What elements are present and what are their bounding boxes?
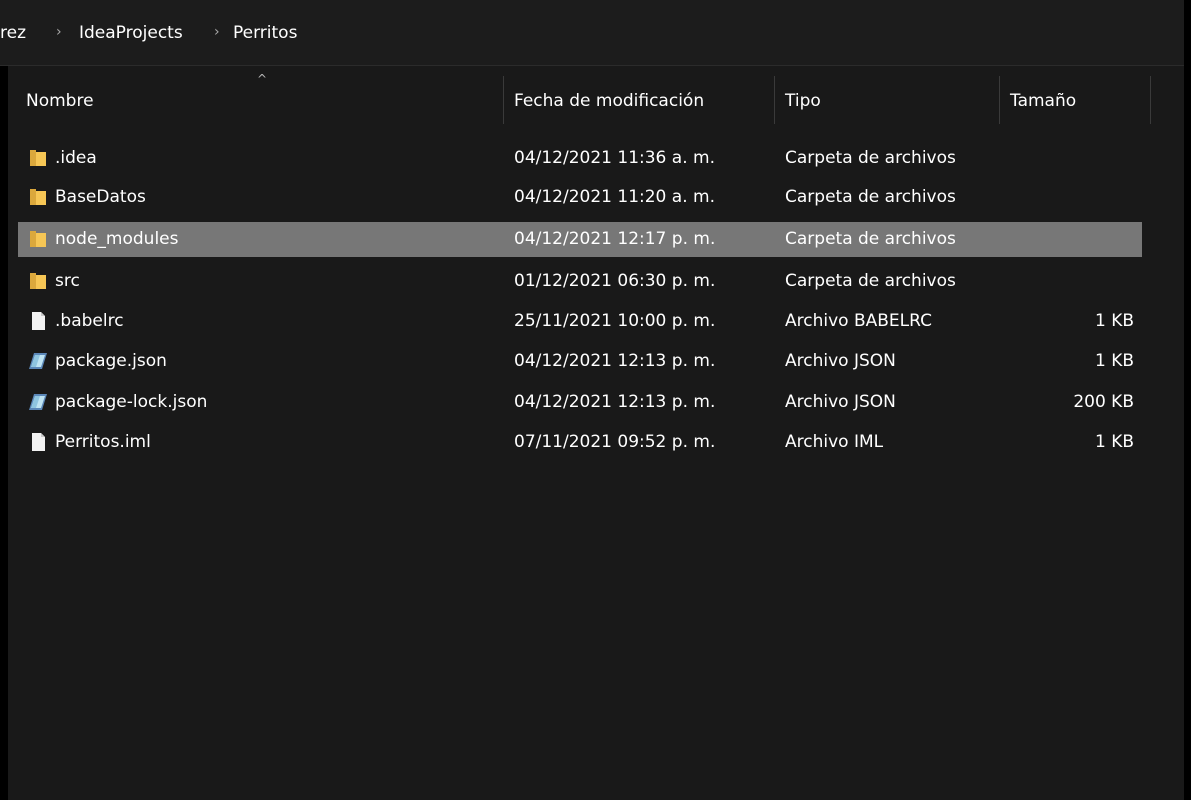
file-name: src xyxy=(55,271,80,291)
folder-icon xyxy=(30,231,46,247)
column-divider[interactable] xyxy=(774,76,775,124)
column-header: ^ Nombre Fecha de modificación Tipo Tama… xyxy=(8,66,1184,130)
file-row-babelrc[interactable]: .babelrc 25/11/2021 10:00 p. m. Archivo … xyxy=(18,304,1142,339)
file-type: Carpeta de archivos xyxy=(785,187,956,207)
file-row-package-lock-json[interactable]: package-lock.json 04/12/2021 12:13 p. m.… xyxy=(18,385,1142,420)
file-size: 1 KB xyxy=(1094,432,1134,452)
file-type: Archivo BABELRC xyxy=(785,311,932,331)
breadcrumb-item-user[interactable]: rez xyxy=(0,0,26,66)
file-date: 04/12/2021 12:13 p. m. xyxy=(514,351,716,371)
file-size: 1 KB xyxy=(1094,351,1134,371)
column-divider[interactable] xyxy=(999,76,1000,124)
chevron-right-icon[interactable]: › xyxy=(214,0,220,66)
file-size xyxy=(1004,141,1134,176)
file-size: 1 KB xyxy=(1094,311,1134,331)
file-row-node-modules[interactable]: node_modules 04/12/2021 12:17 p. m. Carp… xyxy=(18,222,1142,257)
file-date: 01/12/2021 06:30 p. m. xyxy=(514,271,716,291)
json-file-icon xyxy=(29,353,47,369)
column-divider[interactable] xyxy=(503,76,504,124)
file-name: .idea xyxy=(55,148,97,168)
json-file-icon xyxy=(29,394,47,410)
file-name: BaseDatos xyxy=(55,187,146,207)
file-row-perritos-iml[interactable]: Perritos.iml 07/11/2021 09:52 p. m. Arch… xyxy=(18,425,1142,460)
file-size xyxy=(1004,264,1134,299)
file-type: Archivo JSON xyxy=(785,351,896,371)
sort-ascending-icon: ^ xyxy=(257,72,268,86)
file-name: Perritos.iml xyxy=(55,432,151,452)
file-date: 04/12/2021 12:17 p. m. xyxy=(514,229,716,249)
column-header-type[interactable]: Tipo xyxy=(785,66,821,130)
file-icon xyxy=(32,433,45,451)
file-name: .babelrc xyxy=(55,311,124,331)
file-row-idea[interactable]: .idea 04/12/2021 11:36 a. m. Carpeta de … xyxy=(18,141,1142,176)
breadcrumb-item-perritos[interactable]: Perritos xyxy=(233,0,297,66)
file-type: Archivo JSON xyxy=(785,392,896,412)
file-type: Carpeta de archivos xyxy=(785,148,956,168)
folder-icon xyxy=(30,273,46,289)
file-date: 04/12/2021 12:13 p. m. xyxy=(514,392,716,412)
column-header-size[interactable]: Tamaño xyxy=(1010,66,1076,130)
column-header-name[interactable]: Nombre xyxy=(26,66,94,130)
window-left-edge xyxy=(0,66,8,800)
file-type: Archivo IML xyxy=(785,432,884,452)
chevron-right-icon[interactable]: › xyxy=(56,0,62,66)
window-right-edge xyxy=(1184,0,1191,800)
file-type: Carpeta de archivos xyxy=(785,271,956,291)
file-date: 04/12/2021 11:20 a. m. xyxy=(514,187,715,207)
file-date: 25/11/2021 10:00 p. m. xyxy=(514,311,716,331)
file-row-package-json[interactable]: package.json 04/12/2021 12:13 p. m. Arch… xyxy=(18,344,1142,379)
file-size xyxy=(1004,180,1134,215)
column-divider[interactable] xyxy=(1150,76,1151,124)
address-bar[interactable]: rez › IdeaProjects › Perritos xyxy=(0,0,1191,66)
file-date: 04/12/2021 11:36 a. m. xyxy=(514,148,715,168)
column-header-date[interactable]: Fecha de modificación xyxy=(514,66,704,130)
file-size: 200 KB xyxy=(1073,392,1134,412)
file-row-basedatos[interactable]: BaseDatos 04/12/2021 11:20 a. m. Carpeta… xyxy=(18,180,1142,215)
file-name: package.json xyxy=(55,351,167,371)
file-row-src[interactable]: src 01/12/2021 06:30 p. m. Carpeta de ar… xyxy=(18,264,1142,299)
file-name: node_modules xyxy=(55,229,179,249)
file-name: package-lock.json xyxy=(55,392,208,412)
breadcrumb-item-ideaprojects[interactable]: IdeaProjects xyxy=(79,0,183,66)
file-type: Carpeta de archivos xyxy=(785,229,956,249)
file-icon xyxy=(32,312,45,330)
file-date: 07/11/2021 09:52 p. m. xyxy=(514,432,716,452)
file-size xyxy=(1004,222,1134,257)
folder-icon xyxy=(30,150,46,166)
folder-icon xyxy=(30,189,46,205)
